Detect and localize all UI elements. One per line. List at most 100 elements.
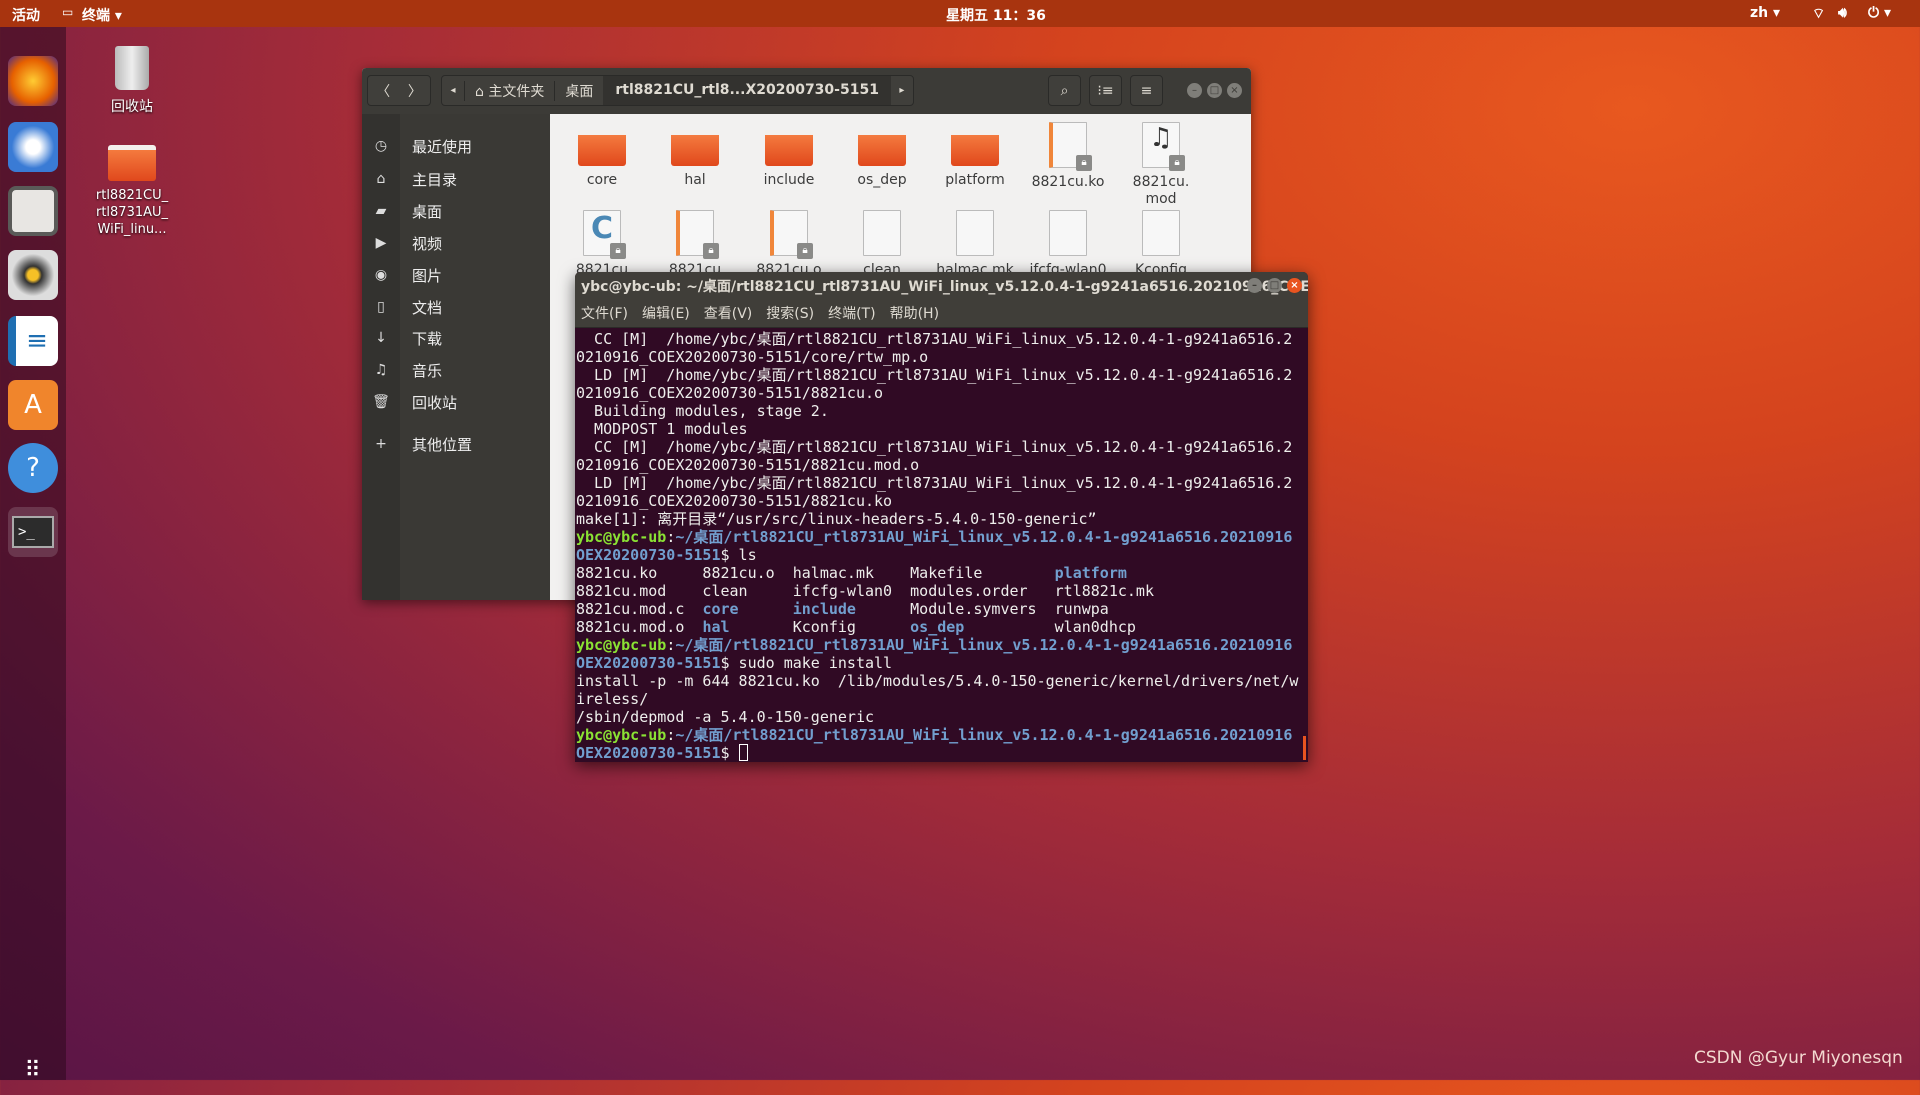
sidebar-item[interactable]: ♫ 音乐: [362, 356, 550, 384]
terminal-text: :: [666, 636, 676, 654]
terminal-text: 8821cu.mod clean ifcfg-wlan0 modules.ord…: [576, 582, 1154, 600]
file-item[interactable]: 🔒︎ 8821cu: [649, 210, 741, 279]
desktop-trash[interactable]: 回收站: [82, 46, 182, 116]
desktop-folder[interactable]: rtl8821CU_ rtl8731AU_ WiFi_linu...: [82, 145, 182, 238]
terminal-line: /sbin/depmod -a 5.4.0-150-generic: [576, 708, 1308, 726]
volume-icon[interactable]: 🔊︎: [1838, 5, 1847, 21]
view-toggle-button[interactable]: ⁝≡: [1089, 75, 1122, 106]
sidebar-item[interactable]: ▰ 桌面: [362, 197, 550, 225]
terminal-line: MODPOST 1 modules: [576, 420, 1308, 438]
sidebar-item-icon: ♫: [374, 362, 388, 378]
terminal-line: LD [M] /home/ybc/桌面/rtl8821CU_rtl8731AU_…: [576, 474, 1308, 492]
terminal-line: install -p -m 644 8821cu.ko /lib/modules…: [576, 672, 1308, 690]
language-indicator[interactable]: zh ▾: [1750, 5, 1780, 21]
terminal-text: $: [720, 744, 739, 762]
terminal-output[interactable]: CC [M] /home/ybc/桌面/rtl8821CU_rtl8731AU_…: [575, 328, 1308, 762]
terminal-menu-item[interactable]: 编辑(E): [642, 303, 690, 323]
terminal-line: 8821cu.ko 8821cu.o halmac.mk Makefile pl…: [576, 564, 1308, 582]
file-item[interactable]: Kconfig: [1115, 210, 1207, 279]
file-item[interactable]: platform: [929, 122, 1021, 189]
folder-icon: [578, 130, 626, 166]
top-bar: 活动 ▭ 终端 ▾ 星期五 11：36 zh ▾ ⌔ 🔊︎ ⏻ ▾: [0, 0, 1920, 27]
forward-button[interactable]: 〉: [408, 81, 422, 101]
wifi-icon[interactable]: ⌔: [1812, 5, 1825, 23]
terminal-text: 0210916_COEX20200730-5151/8821cu.o: [576, 384, 884, 402]
files-icon[interactable]: [8, 186, 58, 236]
file-icon: ♫ 🔒︎: [1142, 122, 1185, 171]
rhythmbox-icon[interactable]: [8, 250, 58, 300]
sidebar-item-label: 视频: [412, 234, 443, 253]
file-item[interactable]: 🔒︎ 8821cu.o: [743, 210, 835, 279]
terminal-titlebar[interactable]: ybc@ybc-ub: ~/桌面/rtl8821CU_rtl8731AU_WiF…: [575, 272, 1308, 299]
sidebar-item[interactable]: ▶ 视频: [362, 229, 550, 257]
file-item[interactable]: halmac.mk: [929, 210, 1021, 279]
breadcrumb-desktop[interactable]: 桌面: [554, 80, 603, 101]
terminal-text: OEX20200730-5151: [576, 744, 721, 762]
sidebar-item[interactable]: + 其他位置: [362, 430, 550, 458]
terminal-menu-item[interactable]: 终端(T): [828, 303, 875, 323]
lock-icon: 🔒︎: [610, 243, 626, 259]
terminal-menu-item[interactable]: 查看(V): [704, 303, 753, 323]
terminal-text: :: [666, 726, 676, 744]
sidebar-item[interactable]: ◷ 最近使用: [362, 132, 550, 160]
sidebar-item[interactable]: ⌂ 主目录: [362, 165, 550, 193]
sidebar-item-label: 文档: [412, 298, 443, 317]
thunderbird-icon[interactable]: [8, 122, 58, 172]
terminal-title: ybc@ybc-ub: ~/桌面/rtl8821CU_rtl8731AU_WiF…: [581, 279, 1308, 295]
file-item[interactable]: include: [743, 122, 835, 189]
file-item[interactable]: ♫ 🔒︎ 8821cu. mod: [1115, 122, 1207, 208]
file-item[interactable]: 🔒︎ 8821cu.ko: [1022, 122, 1114, 191]
file-item[interactable]: hal: [649, 122, 741, 189]
dock: ≡ A ? >_ ⠿: [0, 27, 66, 1083]
breadcrumb-current[interactable]: rtl8821CU_rtl8...X20200730-5151: [603, 76, 891, 105]
lock-icon: 🔒︎: [1076, 155, 1092, 171]
firefox-icon[interactable]: [8, 56, 58, 106]
breadcrumb-right-arrow[interactable]: ▸: [891, 85, 913, 96]
terminal-line: 8821cu.mod clean ifcfg-wlan0 modules.ord…: [576, 582, 1308, 600]
terminal-text: OEX20200730-5151: [576, 546, 721, 564]
maximize-button[interactable]: □: [1267, 278, 1282, 293]
sidebar-item-label: 主目录: [412, 170, 458, 189]
file-item-label: hal: [684, 172, 706, 188]
menu-button[interactable]: ≡: [1130, 75, 1163, 106]
file-item[interactable]: core: [556, 122, 648, 189]
minimize-button[interactable]: –: [1247, 278, 1262, 293]
sidebar-item[interactable]: ▯ 文档: [362, 293, 550, 321]
terminal-text: ~/桌面/rtl8821CU_rtl8731AU_WiFi_linux_v5.1…: [675, 528, 1293, 546]
show-apps-icon[interactable]: ⠿: [8, 1045, 58, 1095]
clock[interactable]: 星期五 11：36: [946, 5, 1046, 25]
file-item-label: 8821cu. mod: [1132, 174, 1190, 207]
help-icon[interactable]: ?: [8, 443, 58, 493]
lock-icon: 🔒︎: [703, 243, 719, 259]
breadcrumb: ◂ ⌂ 主文件夹 桌面 rtl8821CU_rtl8...X20200730-5…: [441, 75, 914, 106]
terminal-line: OEX20200730-5151$ ls: [576, 546, 1308, 564]
file-item[interactable]: C 🔒︎ 8821cu: [556, 210, 648, 279]
sidebar-item[interactable]: ↓ 下载: [362, 324, 550, 352]
file-item[interactable]: clean: [836, 210, 928, 279]
sidebar-item[interactable]: 🗑 回收站: [362, 388, 550, 416]
desktop-folder-label: rtl8821CU_ rtl8731AU_ WiFi_linu...: [95, 188, 169, 237]
terminal-menu-item[interactable]: 搜索(S): [766, 303, 814, 323]
scrollbar[interactable]: [1303, 736, 1306, 760]
power-icon[interactable]: ⏻ ▾: [1868, 5, 1891, 21]
terminal-menu-item[interactable]: 帮助(H): [890, 303, 939, 323]
software-icon[interactable]: A: [8, 380, 58, 430]
writer-icon[interactable]: ≡: [8, 316, 58, 366]
breadcrumb-left-arrow[interactable]: ◂: [442, 85, 464, 96]
file-item[interactable]: ifcfg-wlan0: [1022, 210, 1114, 279]
home-icon: ⌂: [475, 83, 484, 100]
close-button[interactable]: ×: [1227, 83, 1242, 98]
terminal-icon[interactable]: >_: [8, 507, 58, 557]
back-button[interactable]: 〈: [376, 81, 390, 101]
sidebar-item[interactable]: ◉ 图片: [362, 261, 550, 289]
terminal-menu-item[interactable]: 文件(F): [581, 303, 628, 323]
breadcrumb-home[interactable]: ⌂ 主文件夹: [464, 80, 554, 101]
search-button[interactable]: ⌕: [1048, 75, 1081, 106]
close-button[interactable]: ×: [1287, 278, 1302, 293]
terminal-text: MODPOST 1 modules: [576, 420, 748, 438]
activities-button[interactable]: 活动: [12, 5, 40, 25]
minimize-button[interactable]: –: [1187, 83, 1202, 98]
app-menu[interactable]: 终端 ▾: [82, 5, 122, 25]
file-item[interactable]: os_dep: [836, 122, 928, 189]
maximize-button[interactable]: □: [1207, 83, 1222, 98]
